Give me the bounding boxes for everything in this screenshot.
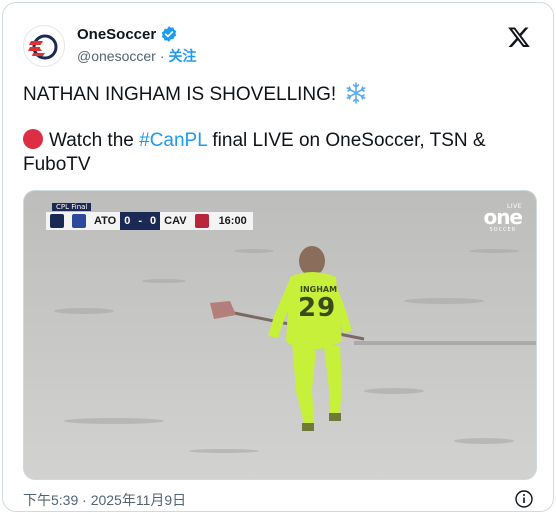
home-team-abbr: ATO [90,212,121,230]
video-thumbnail[interactable]: ATO 0 - 0 CAV 16:00 CPL Final LIVE one S… [23,190,537,480]
watch-line3: FuboTV [23,154,91,175]
scorebug: ATO 0 - 0 CAV 16:00 [46,209,253,233]
home-team-logo-icon [68,212,90,230]
tweet-headline: NATHAN INGHAM IS SHOVELLING! [23,84,337,105]
tweet-text-line2: Watch the #CanPL final LIVE on OneSoccer… [23,129,533,177]
watch-prefix: Watch the [49,130,140,151]
tweet-timestamp[interactable]: 下午5:39 · 2025年11月9日 [23,490,186,510]
snowflake-emoji-icon [345,82,367,104]
watch-suffix: final LIVE on OneSoccer, TSN & [207,130,486,151]
handle-row: @onesoccer · 关注 [77,46,196,66]
score-separator: - [134,212,147,230]
jersey-number: 29 [298,293,337,323]
info-icon[interactable] [515,490,533,508]
display-name-row: OneSoccer [77,25,178,43]
red-circle-emoji-icon [23,129,43,149]
hashtag-link[interactable]: #CanPL [139,130,207,151]
handle[interactable]: @onesoccer [77,48,156,64]
onesoccer-logo-icon[interactable] [23,25,65,67]
match-clock: 16:00 [212,212,253,230]
home-score: 0 [120,212,135,230]
broadcaster-logo: LIVE one SOCCER [483,203,523,233]
scorebug-label: CPL Final [52,203,92,211]
away-team-logo-icon [190,212,213,230]
away-score: 0 [146,212,161,230]
away-team-abbr: CAV [160,212,191,230]
league-logo-icon [46,212,68,230]
separator-dot: · [159,48,165,64]
display-name[interactable]: OneSoccer [77,26,156,43]
tweet-text-line1: NATHAN INGHAM IS SHOVELLING! [23,82,533,107]
tweet-card: OneSoccer @onesoccer · 关注 NATHAN INGHAM … [2,2,554,512]
x-logo-icon[interactable] [507,25,531,49]
follow-button[interactable]: 关注 [168,46,196,66]
broadcaster-sub: SOCCER [489,227,517,233]
live-tag: LIVE [506,203,522,210]
verified-badge-icon [160,25,178,43]
tweet-header: OneSoccer @onesoccer · 关注 [23,23,533,67]
